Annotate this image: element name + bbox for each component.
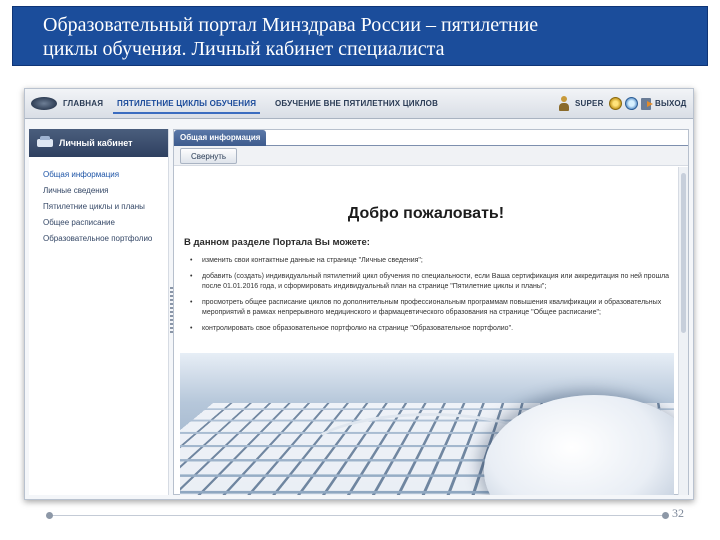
list-item: контролировать свое образовательное порт… (184, 324, 672, 334)
keyboard-mouse-photo (180, 353, 674, 495)
capabilities-list: изменить свои контактные данные на стран… (184, 256, 672, 334)
slide-title-line-1: Образовательный портал Минздрава России … (43, 14, 539, 36)
sidebar-item-personal-info[interactable]: Личные сведения (43, 183, 168, 199)
exit-icon[interactable] (641, 98, 653, 110)
panel-toolbar: Свернуть (174, 146, 688, 166)
content-scrollbar[interactable] (678, 167, 688, 495)
slide-dot-right (662, 512, 669, 519)
sidebar-menu: Общая информация Личные сведения Пятилет… (29, 157, 168, 247)
nav-home[interactable]: ГЛАВНАЯ (63, 99, 103, 108)
portal-screenshot: ГЛАВНАЯ ПЯТИЛЕТНИЕ ЦИКЛЫ ОБУЧЕНИЯ ОБУЧЕН… (24, 88, 694, 500)
cabinet-icon (37, 136, 53, 149)
sidebar-item-schedule[interactable]: Общее расписание (43, 215, 168, 231)
welcome-content: Добро пожаловать! В данном разделе Порта… (174, 167, 678, 495)
portal-logo[interactable] (31, 97, 57, 110)
exit-link[interactable]: ВЫХОД (655, 99, 687, 108)
nav-five-year-cycles[interactable]: ПЯТИЛЕТНИЕ ЦИКЛЫ ОБУЧЕНИЯ (113, 95, 261, 114)
collapse-button[interactable]: Свернуть (180, 148, 238, 164)
main-panel: Общая информация Свернуть Добро пожалова… (173, 129, 689, 495)
list-item: просмотреть общее расписание циклов по д… (184, 298, 672, 318)
nav-outside-cycles[interactable]: ОБУЧЕНИЕ ВНЕ ПЯТИЛЕТНИХ ЦИКЛОВ (275, 99, 438, 108)
nav-user-name[interactable]: SUPER (575, 99, 604, 108)
tab-general-info[interactable]: Общая информация (174, 130, 267, 146)
slide-title: Образовательный портал Минздрава России … (12, 6, 708, 66)
search-icon[interactable] (625, 97, 638, 110)
top-navigation: ГЛАВНАЯ ПЯТИЛЕТНИЕ ЦИКЛЫ ОБУЧЕНИЯ ОБУЧЕН… (25, 89, 693, 119)
tab-strip: Общая информация (174, 130, 688, 146)
list-item: добавить (создать) индивидуальный пятиле… (184, 272, 672, 292)
sidebar-item-portfolio[interactable]: Образовательное портфолио (43, 231, 168, 247)
intro-text: В данном разделе Портала Вы можете: (184, 237, 370, 248)
sidebar-item-general-info[interactable]: Общая информация (43, 167, 168, 183)
page-number: 32 (672, 506, 684, 520)
sidebar-header-label: Личный кабинет (59, 138, 133, 148)
welcome-heading: Добро пожаловать! (347, 205, 505, 222)
slide-dot-left (46, 512, 53, 519)
scrollbar-thumb[interactable] (681, 173, 686, 333)
sidebar-item-five-year-cycles[interactable]: Пятилетние циклы и планы (43, 199, 168, 215)
list-item: изменить свои контактные данные на стран… (184, 256, 672, 266)
settings-icon[interactable] (609, 97, 622, 110)
sidebar-header[interactable]: Личный кабинет (29, 129, 168, 157)
slide-title-line-2: циклы обучения. Личный кабинет специалис… (43, 38, 445, 60)
user-icon (559, 96, 569, 112)
sidebar: Личный кабинет Общая информация Личные с… (29, 129, 169, 495)
slide-divider (50, 515, 664, 516)
